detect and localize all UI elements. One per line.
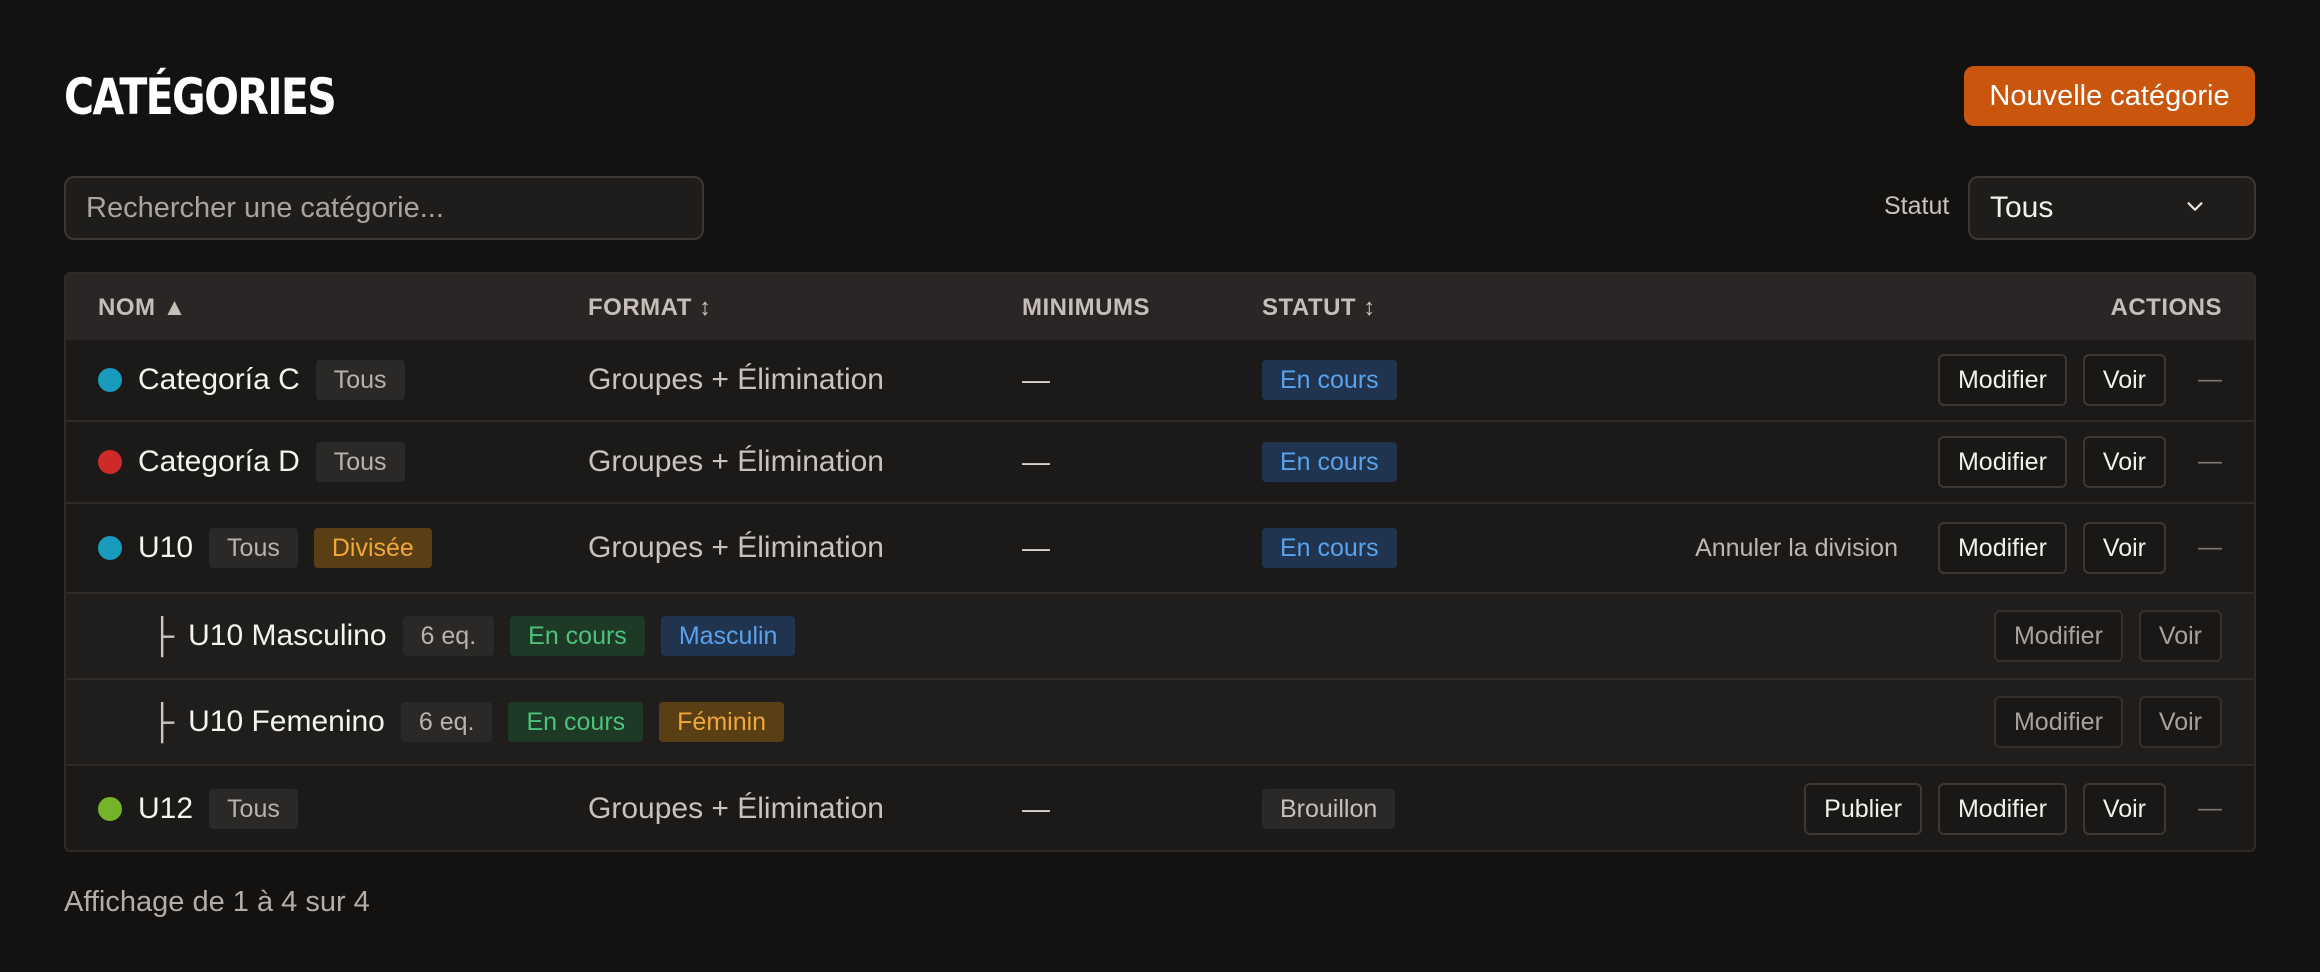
status-filter-select[interactable]: Tous [1968,176,2256,240]
gender-tag: Masculin [660,616,796,656]
category-name[interactable]: Categoría D [138,445,300,479]
subcategory-row: ├ U10 Femenino 6 eq. En cours Féminin Mo… [66,680,2254,766]
category-minimums: — [1022,446,1050,477]
modify-button[interactable]: Modifier [1937,436,2067,488]
more-actions-placeholder: — [2198,534,2222,561]
gender-tag: Tous [315,360,405,400]
column-header-name[interactable]: NOM ▲ [98,294,187,322]
status-badge: En cours [1262,528,1397,568]
category-minimums: — [1022,364,1050,395]
table-header: NOM ▲ FORMAT ↕ MINIMUMS STATUT ↕ ACTIONS [66,274,2254,342]
table-row: U10 Tous Divisée Groupes + Élimination —… [66,504,2254,594]
gender-tag: Tous [315,442,405,482]
column-header-status[interactable]: STATUT ↕ [1262,294,1376,322]
view-button[interactable]: Voir [2082,783,2166,835]
modify-button[interactable]: Modifier [1993,696,2123,748]
cancel-division-link[interactable]: Annuler la division [1695,534,1898,563]
more-actions-placeholder: — [2198,366,2222,393]
modify-button[interactable]: Modifier [1993,610,2123,662]
category-minimums: — [1022,793,1050,824]
page-title: CATÉGORIES [64,68,337,126]
modify-button[interactable]: Modifier [1937,783,2067,835]
publish-button[interactable]: Publier [1804,783,1922,835]
subcategory-name[interactable]: U10 Masculino [188,619,386,653]
view-button[interactable]: Voir [2082,436,2166,488]
gender-tag: Tous [209,789,298,829]
color-dot [98,450,122,474]
status-badge: En cours [1262,442,1397,482]
pagination-summary: Affichage de 1 à 4 sur 4 [64,886,370,918]
view-button[interactable]: Voir [2138,610,2222,662]
more-actions-placeholder: — [2198,795,2222,822]
modify-button[interactable]: Modifier [1937,522,2067,574]
view-button[interactable]: Voir [2082,522,2166,574]
status-filter-value: Tous [1990,191,2054,224]
table-row: Categoría D Tous Groupes + Élimination —… [66,422,2254,504]
view-button[interactable]: Voir [2138,696,2222,748]
gender-tag: Tous [209,528,298,568]
view-button[interactable]: Voir [2082,354,2166,406]
table-row: U12 Tous Groupes + Élimination — Brouill… [66,766,2254,850]
category-name[interactable]: U12 [138,792,193,826]
more-actions-placeholder: — [2198,448,2222,475]
category-format: Groupes + Élimination [588,363,884,396]
category-name[interactable]: Categoría C [138,363,300,397]
tree-branch-icon: ├ [150,616,175,655]
categories-page: CATÉGORIES Nouvelle catégorie Statut Tou… [0,0,2320,972]
teams-count-tag: 6 eq. [400,702,493,742]
status-filter-label: Statut [1884,192,1950,220]
category-format: Groupes + Élimination [588,792,884,825]
status-badge: En cours [1262,360,1397,400]
subcategory-row: ├ U10 Masculino 6 eq. En cours Masculin … [66,594,2254,680]
status-badge: Brouillon [1262,789,1396,829]
status-badge: En cours [508,702,644,742]
divided-tag: Divisée [313,528,432,568]
search-input[interactable] [64,176,704,240]
category-minimums: — [1022,532,1050,563]
column-header-minimums: MINIMUMS [1022,294,1150,321]
new-category-button[interactable]: Nouvelle catégorie [1964,66,2255,126]
subcategory-name[interactable]: U10 Femenino [188,705,385,739]
status-badge: En cours [510,616,645,656]
chevron-down-icon [2187,202,2203,211]
color-dot [98,797,122,821]
modify-button[interactable]: Modifier [1937,354,2067,406]
color-dot [98,536,122,560]
column-header-format[interactable]: FORMAT ↕ [588,294,712,322]
category-name[interactable]: U10 [138,531,193,565]
categories-table: NOM ▲ FORMAT ↕ MINIMUMS STATUT ↕ ACTIONS… [64,272,2256,852]
color-dot [98,368,122,392]
gender-tag: Féminin [659,702,785,742]
table-row: Categoría C Tous Groupes + Élimination —… [66,340,2254,422]
tree-branch-icon: ├ [150,702,175,741]
category-format: Groupes + Élimination [588,531,884,564]
teams-count-tag: 6 eq. [402,616,495,656]
column-header-actions: ACTIONS [2110,294,2222,321]
category-format: Groupes + Élimination [588,445,884,478]
